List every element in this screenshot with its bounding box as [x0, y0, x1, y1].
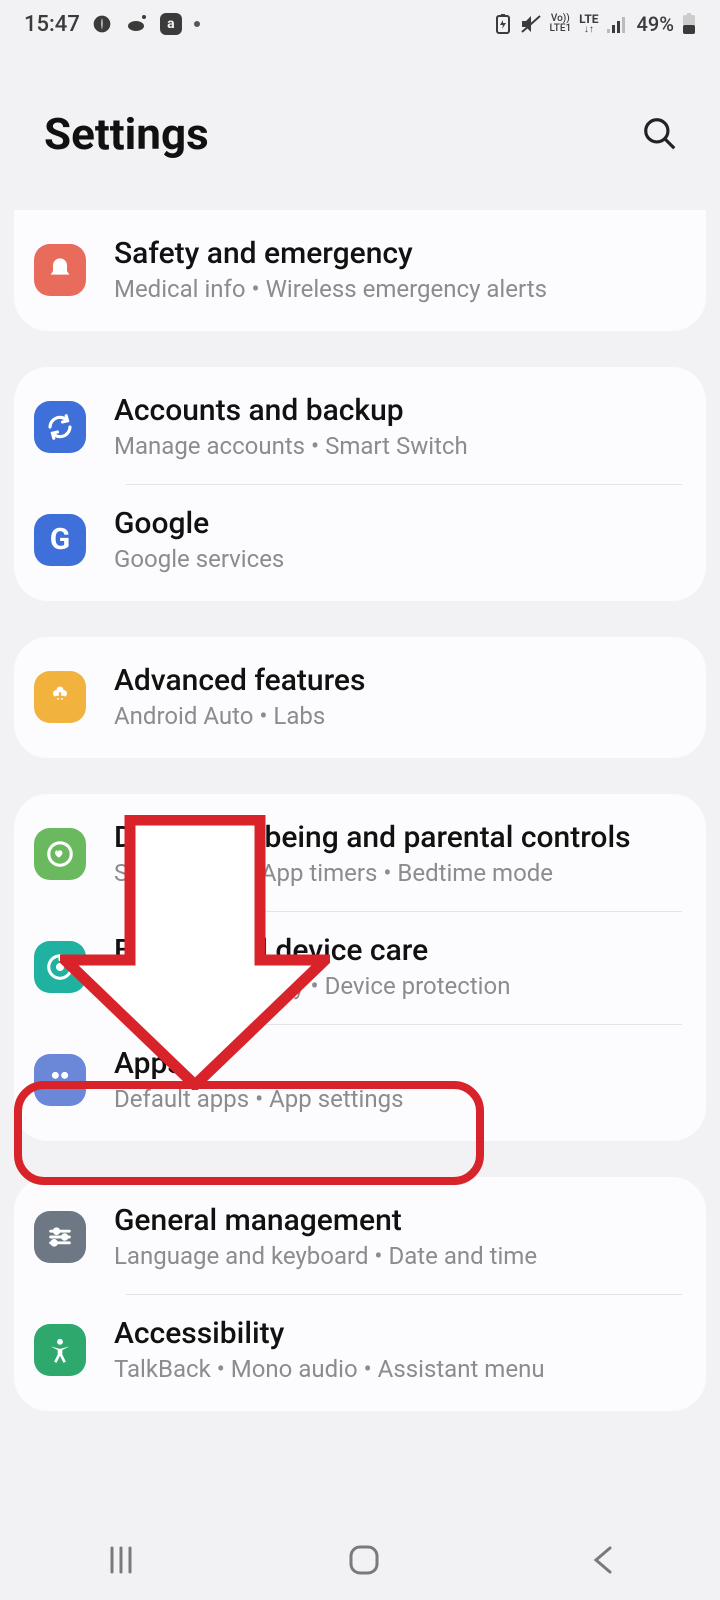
settings-group: General management Language and keyboard…	[14, 1177, 706, 1411]
row-sub: Screen time • App timers • Bedtime mode	[114, 859, 631, 887]
android-navbar	[0, 1520, 720, 1600]
battery-saver-icon	[494, 14, 512, 34]
row-sub: Storage • Memory • Device protection	[114, 972, 510, 1000]
sync-icon	[34, 401, 86, 453]
nav-recents[interactable]	[104, 1545, 138, 1575]
status-left: 15:47 a	[24, 12, 200, 37]
settings-group: Safety and emergency Medical info • Wire…	[14, 210, 706, 331]
row-sub: Google services	[114, 545, 284, 573]
battery-icon	[682, 13, 696, 35]
device-care-icon	[34, 941, 86, 993]
volte-icon: Vo)) LTE1	[550, 14, 572, 34]
row-title: Accounts and backup	[114, 393, 468, 428]
battery-percent: 49%	[637, 12, 674, 36]
row-title: Advanced features	[114, 663, 365, 698]
accessibility-icon	[34, 1324, 86, 1376]
apps-icon	[34, 1054, 86, 1106]
settings-item-general[interactable]: General management Language and keyboard…	[14, 1181, 706, 1294]
settings-item-google[interactable]: G Google Google services	[14, 484, 706, 597]
row-sub: Language and keyboard • Date and time	[114, 1242, 537, 1270]
google-icon: G	[34, 514, 86, 566]
settings-item-wellbeing[interactable]: Digital Wellbeing and parental controls …	[14, 798, 706, 911]
row-title: Battery and device care	[114, 933, 510, 968]
settings-item-safety[interactable]: Safety and emergency Medical info • Wire…	[14, 214, 706, 327]
signal-icon	[607, 15, 629, 33]
mute-icon	[520, 14, 542, 34]
alert-icon	[34, 244, 86, 296]
settings-group: Accounts and backup Manage accounts • Sm…	[14, 367, 706, 601]
nav-back[interactable]	[590, 1545, 616, 1575]
nav-home[interactable]	[347, 1543, 381, 1577]
row-title: Google	[114, 506, 284, 541]
settings-item-accessibility[interactable]: Accessibility TalkBack • Mono audio • As…	[14, 1294, 706, 1407]
row-title: Safety and emergency	[114, 236, 547, 271]
row-title: Accessibility	[114, 1316, 545, 1351]
search-button[interactable]	[636, 110, 684, 158]
plus-flower-icon	[34, 671, 86, 723]
row-title: General management	[114, 1203, 537, 1238]
settings-header: Settings	[0, 48, 720, 210]
row-sub: Android Auto • Labs	[114, 702, 365, 730]
status-app-icon	[92, 14, 112, 34]
network-type: LTE ↓↑	[579, 13, 598, 35]
settings-item-apps[interactable]: Apps Default apps • App settings	[14, 1024, 706, 1137]
status-reddit-icon	[124, 14, 148, 34]
row-sub: Default apps • App settings	[114, 1085, 403, 1113]
row-title: Digital Wellbeing and parental controls	[114, 820, 631, 855]
settings-group: Advanced features Android Auto • Labs	[14, 637, 706, 758]
row-title: Apps	[114, 1046, 403, 1081]
settings-item-accounts[interactable]: Accounts and backup Manage accounts • Sm…	[14, 371, 706, 484]
status-amazon-icon: a	[160, 13, 182, 35]
row-sub: Medical info • Wireless emergency alerts	[114, 275, 547, 303]
wellbeing-icon	[34, 828, 86, 880]
status-right: Vo)) LTE1 LTE ↓↑ 49%	[494, 12, 696, 36]
settings-group: Digital Wellbeing and parental controls …	[14, 794, 706, 1141]
settings-item-devicecare[interactable]: Battery and device care Storage • Memory…	[14, 911, 706, 1024]
row-sub: TalkBack • Mono audio • Assistant menu	[114, 1355, 545, 1383]
page-title: Settings	[44, 108, 209, 160]
settings-item-advanced[interactable]: Advanced features Android Auto • Labs	[14, 641, 706, 754]
row-sub: Manage accounts • Smart Switch	[114, 432, 468, 460]
sliders-icon	[34, 1211, 86, 1263]
status-time: 15:47	[24, 12, 80, 37]
status-more-dot	[194, 21, 200, 27]
status-bar: 15:47 a Vo)) LTE1 LTE ↓↑ 49%	[0, 0, 720, 48]
search-icon	[641, 115, 679, 153]
